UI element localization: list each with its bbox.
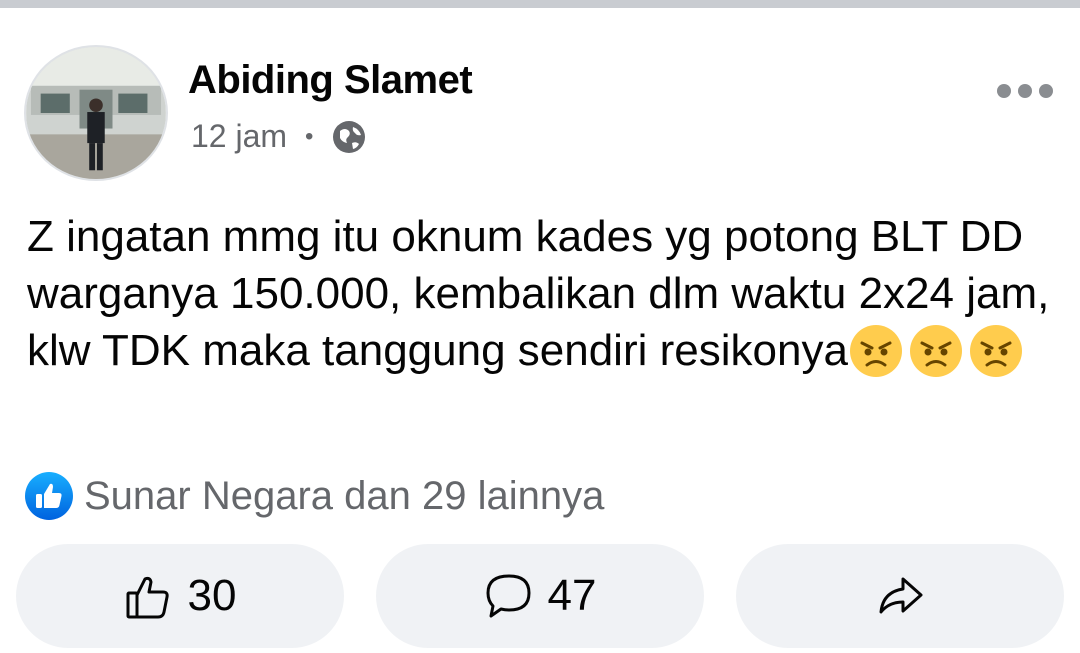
angry-face-icon xyxy=(968,323,1024,379)
thumbs-up-icon xyxy=(126,576,169,619)
comment-icon xyxy=(486,574,531,618)
like-button[interactable]: 30 xyxy=(16,544,344,648)
like-count: 30 xyxy=(187,571,237,620)
more-options-icon[interactable] xyxy=(997,84,1053,98)
like-reaction-icon xyxy=(24,471,74,521)
share-button[interactable] xyxy=(736,544,1064,648)
comment-count: 47 xyxy=(547,571,597,620)
globe-icon xyxy=(331,119,367,155)
angry-face-icon xyxy=(848,323,904,379)
post-text: Z ingatan mmg itu oknum kades yg potong … xyxy=(27,208,1057,379)
author-name[interactable]: Abiding Slamet xyxy=(188,58,473,103)
reactions-summary[interactable]: Sunar Negara dan 29 lainnya xyxy=(24,471,604,521)
share-arrow-icon xyxy=(879,577,923,614)
post-time[interactable]: 12 jam xyxy=(191,118,287,155)
comment-button[interactable]: 47 xyxy=(376,544,704,648)
top-divider xyxy=(0,0,1080,8)
post-card: Abiding Slamet 12 jam • Z ingatan mmg it… xyxy=(0,8,1080,653)
reactions-text: Sunar Negara dan 29 lainnya xyxy=(84,473,605,518)
post-meta: 12 jam • xyxy=(191,118,367,155)
avatar[interactable] xyxy=(24,45,168,181)
meta-separator: • xyxy=(305,122,314,150)
angry-face-icon xyxy=(908,323,964,379)
